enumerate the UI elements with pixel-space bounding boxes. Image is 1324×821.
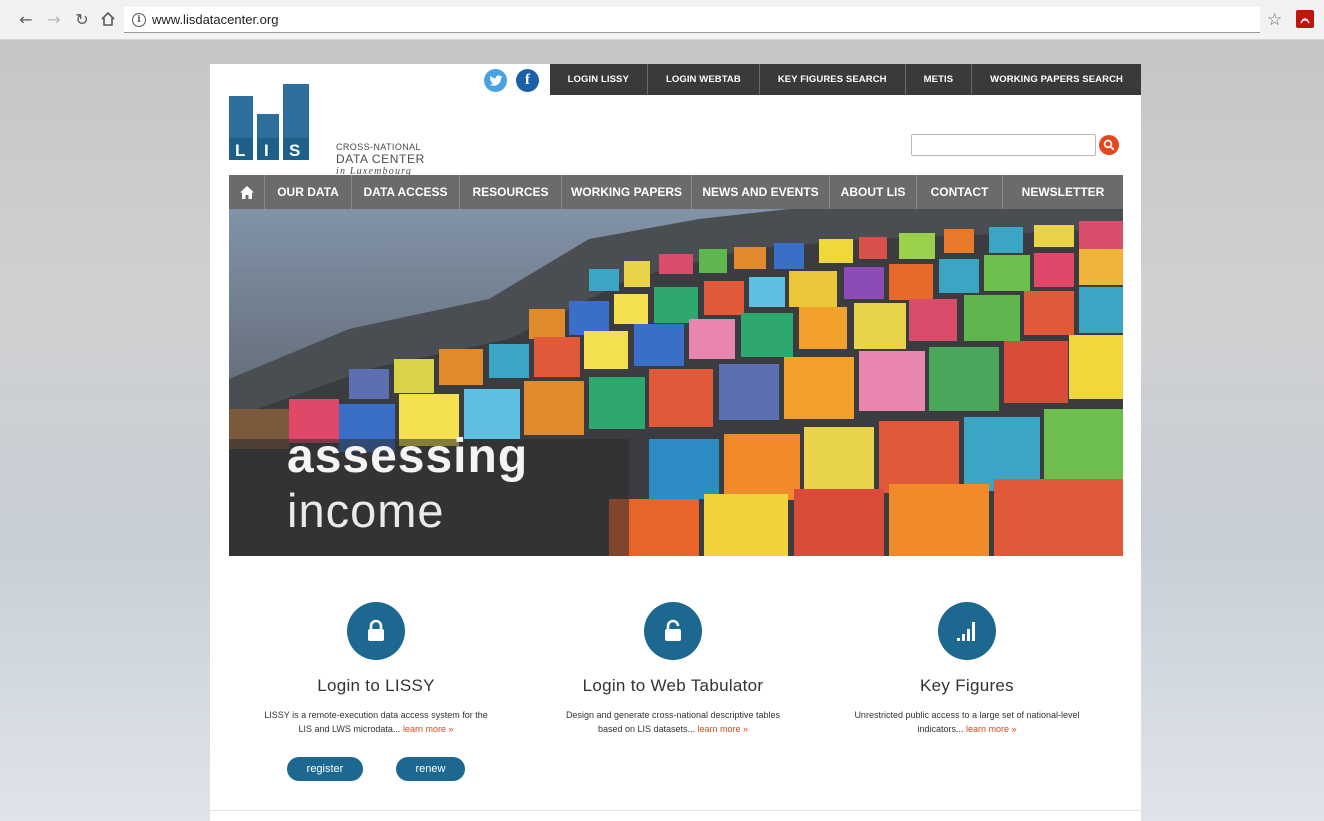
logo-letter-i: I [264, 141, 269, 160]
feature-desc-line-2: indicators... [917, 724, 964, 734]
learn-more-link[interactable]: learn more » [966, 724, 1017, 734]
forward-icon[interactable]: → [44, 9, 64, 29]
feature-desc-lissy: LISSY is a remote-execution data access … [226, 708, 526, 736]
feature-desc-line: LISSY is a remote-execution data access … [264, 710, 488, 720]
feature-desc-webtab: Design and generate cross-national descr… [523, 708, 823, 736]
nav-contact[interactable]: CONTACT [917, 175, 1003, 209]
hero-headline-1: assessing [287, 430, 529, 483]
feature-title-key-figures[interactable]: Key Figures [817, 676, 1117, 696]
logo-letter-l: L [235, 141, 245, 160]
facebook-icon[interactable]: f [516, 69, 539, 92]
page-container: f LOGIN LISSY LOGIN WEBTAB KEY FIGURES S… [210, 64, 1141, 821]
nav-working-papers[interactable]: WORKING PAPERS [562, 175, 692, 209]
facebook-glyph: f [525, 72, 530, 88]
reload-icon[interactable]: ↻ [72, 9, 92, 29]
feature-title-lissy[interactable]: Login to LISSY [226, 676, 526, 696]
feature-desc-line: Unrestricted public access to a large se… [854, 710, 1080, 720]
nav-data-access[interactable]: DATA ACCESS [352, 175, 460, 209]
learn-more-link[interactable]: learn more » [403, 724, 454, 734]
top-link-working-papers-search[interactable]: WORKING PAPERS SEARCH [971, 64, 1141, 95]
lock-icon[interactable] [347, 602, 405, 660]
register-button[interactable]: register [287, 757, 363, 781]
nav-home[interactable] [229, 175, 265, 209]
home-icon[interactable] [98, 9, 118, 29]
site-info-icon[interactable]: i [132, 12, 146, 27]
feature-desc-line: based on LIS datasets... learn more » [523, 722, 823, 736]
search-icon [1103, 139, 1115, 151]
hero-headline-2: income [287, 484, 445, 537]
top-link-login-webtab[interactable]: LOGIN WEBTAB [646, 64, 759, 95]
top-link-login-lissy[interactable]: LOGIN LISSY [550, 64, 647, 95]
renew-button[interactable]: renew [396, 757, 465, 781]
nav-about-lis[interactable]: ABOUT LIS [830, 175, 917, 209]
divider [210, 810, 1141, 811]
feature-login-lissy: Login to LISSY LISSY is a remote-executi… [226, 602, 526, 736]
feature-desc-line: Design and generate cross-national descr… [565, 710, 781, 720]
logo-line-2: DATA CENTER [336, 152, 425, 166]
main-navigation: OUR DATA DATA ACCESS RESOURCES WORKING P… [229, 175, 1123, 209]
nav-our-data[interactable]: OUR DATA [265, 175, 352, 209]
hero-banner[interactable]: assessing income [229, 209, 1123, 556]
lis-logo[interactable]: L I S CROSS-NATIONAL DATA CENTER in Luxe… [229, 84, 429, 177]
feature-desc-key-figures: Unrestricted public access to a large se… [817, 708, 1117, 736]
feature-desc-line: LIS and LWS microdata... learn more » [226, 722, 526, 736]
unlock-icon[interactable] [644, 602, 702, 660]
logo-letter-s: S [289, 141, 300, 160]
learn-more-link[interactable]: learn more » [698, 724, 749, 734]
bookmark-star-icon[interactable]: ☆ [1267, 10, 1282, 30]
pdf-extension-icon[interactable] [1296, 10, 1314, 28]
logo-tagline: CROSS-NATIONAL DATA CENTER in Luxembourg [336, 142, 425, 177]
search-input[interactable] [911, 134, 1096, 156]
top-utility-links: LOGIN LISSY LOGIN WEBTAB KEY FIGURES SEA… [549, 64, 1141, 95]
twitter-icon[interactable] [484, 69, 507, 92]
browser-toolbar: ← → ↻ i www.lisdatacenter.org ☆ [0, 0, 1324, 40]
feature-title-webtab[interactable]: Login to Web Tabulator [523, 676, 823, 696]
nav-newsletter[interactable]: NEWSLETTER [1003, 175, 1123, 209]
feature-desc-line-2: LIS and LWS microdata... [298, 724, 401, 734]
logo-mark: L I S [229, 84, 309, 160]
bar-chart-icon[interactable] [938, 602, 996, 660]
top-link-key-figures-search[interactable]: KEY FIGURES SEARCH [758, 64, 905, 95]
search-button[interactable] [1099, 135, 1119, 155]
address-bar[interactable]: i www.lisdatacenter.org [124, 7, 1260, 33]
top-link-metis[interactable]: METIS [904, 64, 972, 95]
feature-key-figures: Key Figures Unrestricted public access t… [817, 602, 1117, 736]
feature-desc-line: indicators... learn more » [817, 722, 1117, 736]
url-text: www.lisdatacenter.org [152, 12, 279, 27]
feature-login-webtab: Login to Web Tabulator Design and genera… [523, 602, 823, 736]
nav-news-and-events[interactable]: NEWS AND EVENTS [692, 175, 830, 209]
nav-resources[interactable]: RESOURCES [460, 175, 562, 209]
back-icon[interactable]: ← [16, 9, 36, 29]
home-icon [239, 185, 254, 199]
feature-desc-line-2: based on LIS datasets... [597, 724, 696, 734]
